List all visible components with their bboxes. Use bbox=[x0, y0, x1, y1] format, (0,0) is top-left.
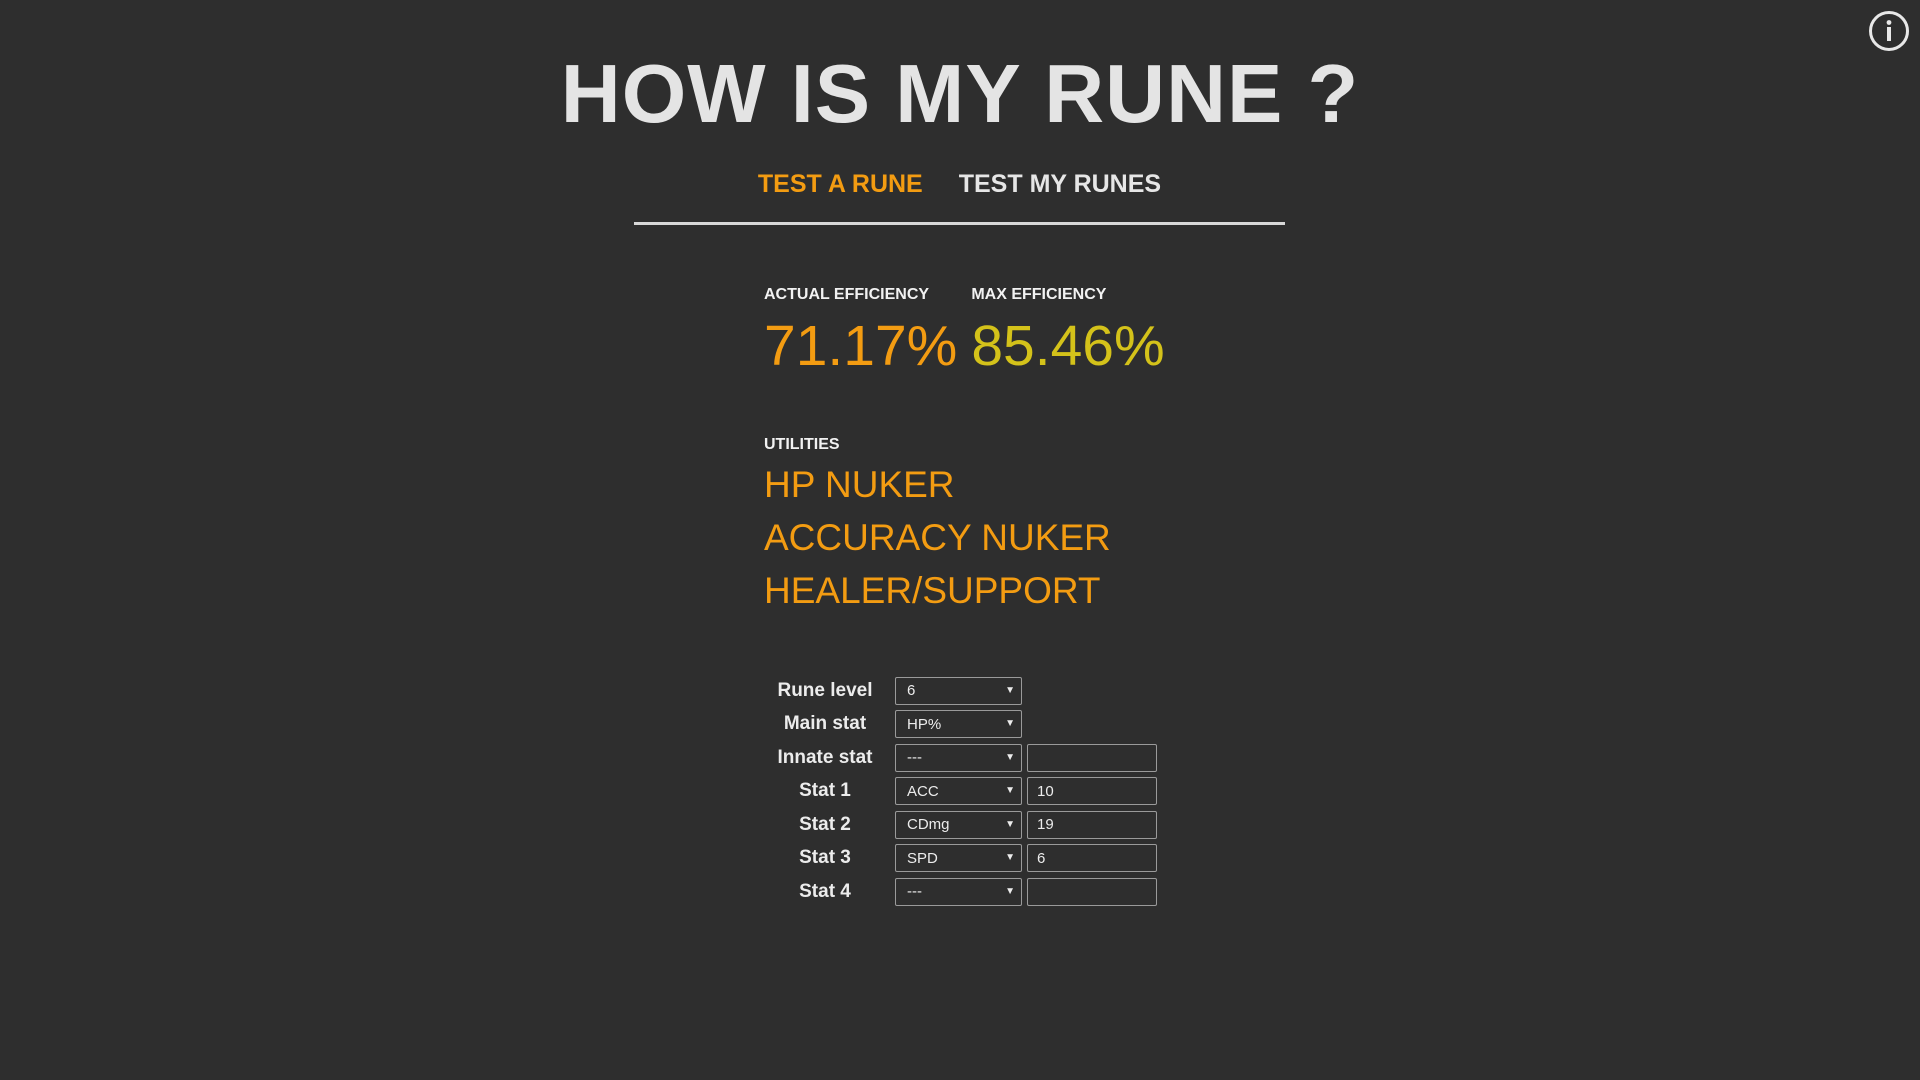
stat-2-label: Stat 2 bbox=[799, 813, 851, 835]
main-stat-label: Main stat bbox=[783, 713, 867, 735]
stat-2-value-input[interactable] bbox=[1027, 810, 1157, 839]
rune-level-select-value: 6 bbox=[907, 682, 916, 700]
tab-bar: TEST A RUNE TEST MY RUNES bbox=[634, 170, 1285, 199]
innate-stat-select-value: --- bbox=[907, 749, 922, 767]
efficiency-panel: ACTUAL EFFICIENCY 71.17% MAX EFFICIENCY … bbox=[764, 286, 1165, 378]
main-stat-select[interactable]: HP% ▼ bbox=[895, 710, 1022, 739]
main-stat-select-value: HP% bbox=[907, 715, 942, 733]
stat-4-select[interactable]: --- ▼ bbox=[895, 877, 1022, 906]
max-efficiency-value: 85.46% bbox=[971, 314, 1165, 378]
tab-test-my-runes[interactable]: TEST MY RUNES bbox=[959, 170, 1161, 199]
form-row-main-stat: Main stat HP% ▼ bbox=[764, 708, 1157, 742]
stat-2-select[interactable]: CDmg ▼ bbox=[895, 810, 1022, 839]
dropdown-caret-icon: ▼ bbox=[1005, 684, 1015, 696]
dropdown-caret-icon: ▼ bbox=[1005, 751, 1015, 763]
dropdown-caret-icon: ▼ bbox=[1005, 718, 1015, 730]
actual-efficiency: ACTUAL EFFICIENCY 71.17% bbox=[764, 286, 957, 378]
form-row-stat-2: Stat 2 CDmg ▼ bbox=[764, 808, 1157, 842]
stat-3-label: Stat 3 bbox=[799, 847, 851, 869]
page-title: HOW IS MY RUNE ? bbox=[560, 47, 1360, 140]
form-row-innate-stat: Innate stat --- ▼ bbox=[764, 741, 1157, 775]
dropdown-caret-icon: ▼ bbox=[1005, 885, 1015, 897]
dropdown-caret-icon: ▼ bbox=[1005, 785, 1015, 797]
stat-1-select[interactable]: ACC ▼ bbox=[895, 777, 1022, 806]
stat-4-label: Stat 4 bbox=[799, 880, 851, 902]
innate-stat-select[interactable]: --- ▼ bbox=[895, 743, 1022, 772]
utilities-label: UTILITIES bbox=[764, 436, 840, 453]
form-row-stat-1: Stat 1 ACC ▼ bbox=[764, 775, 1157, 809]
form-row-stat-3: Stat 3 SPD ▼ bbox=[764, 842, 1157, 876]
rune-form: Rune level 6 ▼ Main stat HP% ▼ Innate st… bbox=[764, 674, 1157, 909]
stat-1-select-value: ACC bbox=[907, 782, 939, 800]
rune-level-select[interactable]: 6 ▼ bbox=[895, 676, 1022, 705]
actual-efficiency-value: 71.17% bbox=[764, 314, 958, 378]
stat-2-select-value: CDmg bbox=[907, 816, 950, 834]
utility-item: HP NUKER bbox=[764, 464, 955, 505]
form-row-stat-4: Stat 4 --- ▼ bbox=[764, 875, 1157, 909]
utilities-list: HP NUKER ACCURACY NUKER HEALER/SUPPORT bbox=[764, 458, 1111, 617]
page: HOW IS MY RUNE ? TEST A RUNE TEST MY RUN… bbox=[0, 0, 1920, 1080]
actual-efficiency-label: ACTUAL EFFICIENCY bbox=[764, 286, 930, 303]
utility-item: HEALER/SUPPORT bbox=[764, 570, 1101, 611]
stat-3-select[interactable]: SPD ▼ bbox=[895, 844, 1022, 873]
stat-3-value-input[interactable] bbox=[1027, 844, 1157, 873]
stat-4-value-input[interactable] bbox=[1027, 877, 1157, 906]
innate-stat-value-input[interactable] bbox=[1027, 743, 1157, 772]
max-efficiency-label: MAX EFFICIENCY bbox=[971, 286, 1107, 303]
tab-test-a-rune[interactable]: TEST A RUNE bbox=[758, 170, 923, 199]
stat-3-select-value: SPD bbox=[907, 849, 938, 867]
stat-1-label: Stat 1 bbox=[799, 780, 851, 802]
form-row-rune-level: Rune level 6 ▼ bbox=[764, 674, 1157, 708]
dropdown-caret-icon: ▼ bbox=[1005, 852, 1015, 864]
max-efficiency: MAX EFFICIENCY 85.46% bbox=[971, 286, 1164, 378]
tab-divider bbox=[634, 222, 1285, 225]
utility-item: ACCURACY NUKER bbox=[764, 517, 1111, 558]
dropdown-caret-icon: ▼ bbox=[1005, 818, 1015, 830]
stat-4-select-value: --- bbox=[907, 883, 922, 901]
rune-level-label: Rune level bbox=[777, 679, 873, 701]
innate-stat-label: Innate stat bbox=[777, 746, 873, 768]
stat-1-value-input[interactable] bbox=[1027, 777, 1157, 806]
